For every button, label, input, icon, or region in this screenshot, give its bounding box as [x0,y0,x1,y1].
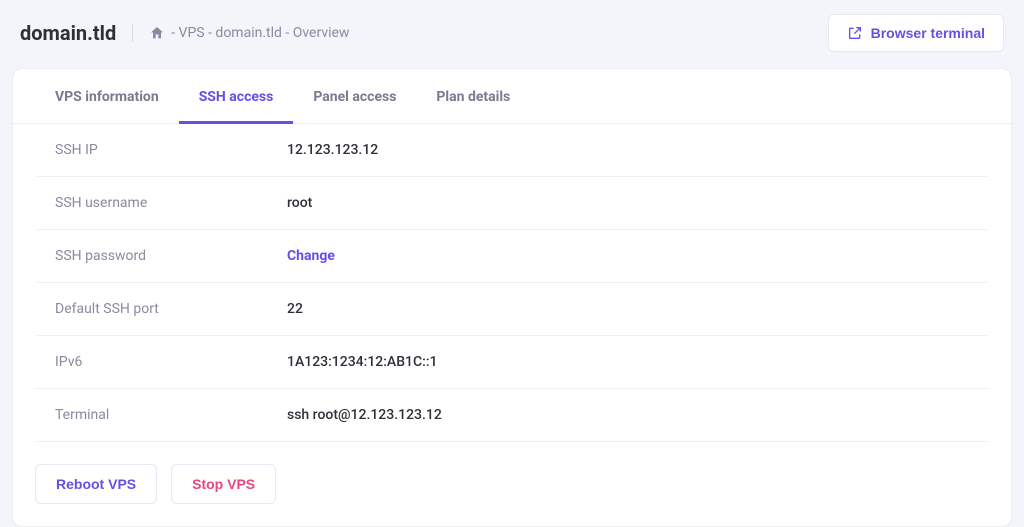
home-icon [149,25,165,41]
ssh-port-label: Default SSH port [55,301,287,317]
ssh-password-label: SSH password [55,248,287,264]
page-title: domain.tld [20,21,116,45]
row-ssh-port: Default SSH port 22 [35,283,989,336]
main-panel: VPS information SSH access Panel access … [12,68,1012,527]
ssh-password-change-link[interactable]: Change [287,248,335,264]
row-ssh-username: SSH username root [35,177,989,230]
row-ssh-ip: SSH IP 12.123.123.12 [35,124,989,177]
title-divider [132,24,133,42]
terminal-value: ssh root@12.123.123.12 [287,407,442,423]
ssh-username-value: root [287,195,312,211]
tab-ssh-access[interactable]: SSH access [179,69,294,124]
row-ssh-password: SSH password Change [35,230,989,283]
ssh-ip-value: 12.123.123.12 [287,142,378,158]
tab-panel-access[interactable]: Panel access [293,69,416,124]
terminal-label: Terminal [55,407,287,423]
row-ipv6: IPv6 1A123:1234:12:AB1C::1 [35,336,989,389]
page-header: domain.tld - VPS - domain.tld - Overview… [0,0,1024,64]
ssh-content: SSH IP 12.123.123.12 SSH username root S… [13,124,1011,526]
tab-plan-details[interactable]: Plan details [416,69,530,124]
ipv6-label: IPv6 [55,354,287,370]
tabs: VPS information SSH access Panel access … [13,69,1011,124]
ipv6-value: 1A123:1234:12:AB1C::1 [287,354,438,370]
reboot-vps-button[interactable]: Reboot VPS [35,464,157,504]
breadcrumb-text: - VPS - domain.tld - Overview [171,25,349,41]
stop-vps-button[interactable]: Stop VPS [171,464,276,504]
external-link-icon [847,25,863,41]
browser-terminal-label: Browser terminal [871,25,985,41]
row-terminal: Terminal ssh root@12.123.123.12 [35,389,989,442]
ssh-port-value: 22 [287,301,303,317]
action-buttons: Reboot VPS Stop VPS [35,442,989,504]
tab-vps-information[interactable]: VPS information [35,69,179,124]
browser-terminal-button[interactable]: Browser terminal [828,14,1004,52]
breadcrumb[interactable]: - VPS - domain.tld - Overview [149,25,349,41]
header-left: domain.tld - VPS - domain.tld - Overview [20,21,349,45]
ssh-username-label: SSH username [55,195,287,211]
ssh-ip-label: SSH IP [55,142,287,158]
